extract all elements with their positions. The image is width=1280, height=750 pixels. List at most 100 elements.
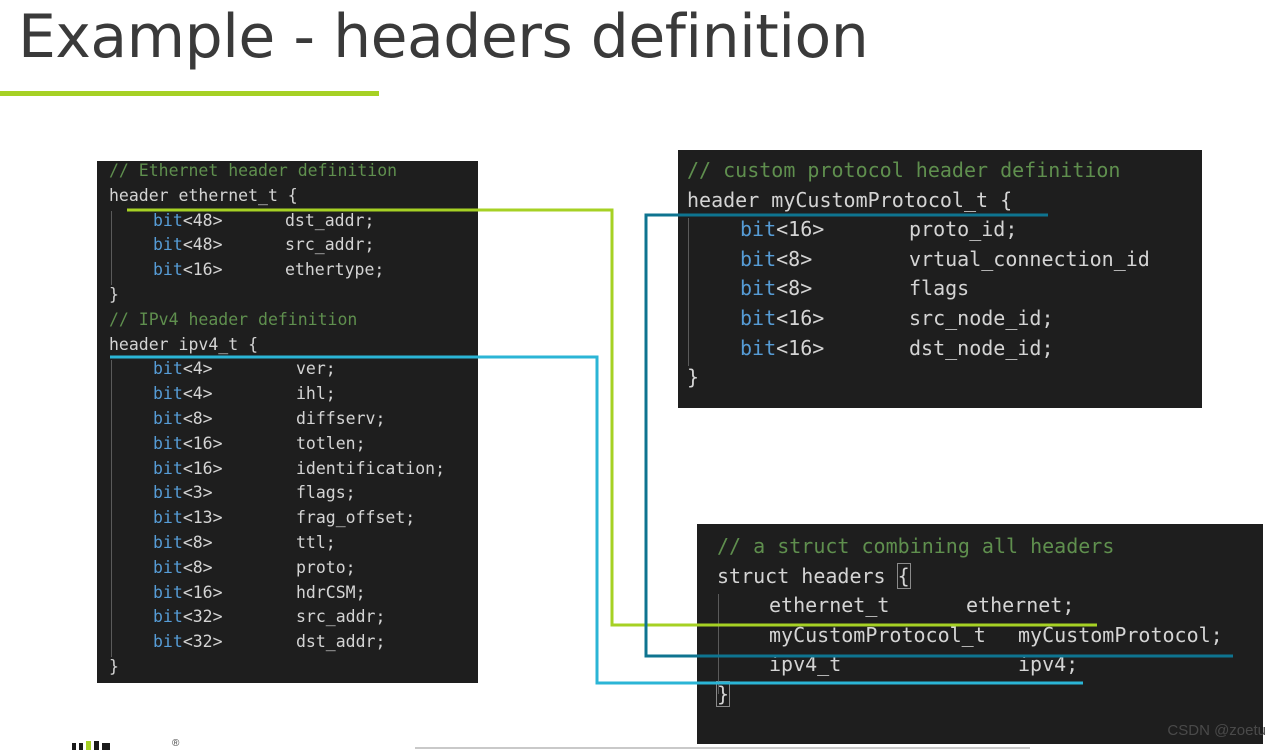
code-line: bit<32> dst_addr; — [153, 632, 385, 652]
code-field-name: proto; — [296, 557, 356, 577]
code-keyword: bit — [153, 210, 183, 230]
code-line: // custom protocol header definition — [687, 158, 1120, 182]
code-width: <8> — [776, 246, 813, 271]
code-panel-ethernet-ipv4: // Ethernet header definition header ethe… — [97, 161, 478, 683]
code-panel-struct-headers: // a struct combining all headers struct … — [697, 524, 1263, 744]
code-text: } — [687, 365, 700, 390]
code-keyword: bit — [153, 384, 183, 404]
code-line: bit<3> flags; — [153, 483, 356, 503]
code-keyword: bit — [740, 217, 777, 242]
code-field-name: dst_addr; — [296, 632, 386, 652]
indent-guide — [718, 594, 719, 694]
indent-guide — [111, 211, 112, 285]
code-type-name: ethernet_t — [769, 593, 890, 618]
code-line: bit<16> totlen; — [153, 433, 366, 453]
code-keyword: bit — [740, 306, 777, 330]
code-field-name: ihl; — [296, 384, 336, 404]
code-text: struct headers — [717, 563, 898, 588]
code-keyword: bit — [153, 433, 183, 453]
code-line: bit<8> diffserv; — [153, 409, 385, 428]
code-width: <32> — [182, 632, 223, 652]
code-type-name: myCustomProtocol_t — [769, 622, 986, 647]
code-keyword: bit — [153, 533, 183, 552]
code-keyword: bit — [153, 557, 183, 577]
code-keyword: bit — [153, 632, 183, 652]
code-panel-custom-protocol: // custom protocol header definition head… — [678, 150, 1202, 408]
code-field-name: ipv4; — [1018, 652, 1079, 677]
code-width: <13> — [182, 508, 223, 528]
code-text: header ipv4_t { — [109, 334, 259, 354]
code-line: header ipv4_t { — [109, 335, 258, 354]
code-line: ethernet_t ethernet; — [769, 593, 1074, 618]
bracket-match-highlight: { — [896, 562, 911, 589]
code-field-name: totlen; — [296, 433, 366, 453]
code-width: <32> — [182, 607, 223, 627]
code-width: <3> — [182, 483, 213, 503]
code-field-name: vrtual_connection_id — [909, 246, 1150, 271]
footer-divider — [415, 747, 1030, 749]
code-keyword: bit — [153, 235, 183, 255]
code-width: <48> — [182, 235, 223, 255]
code-keyword: bit — [740, 335, 777, 360]
code-field-name: identification; — [296, 458, 446, 478]
code-line: bit<16> identification; — [153, 458, 445, 478]
code-text: } — [109, 285, 119, 304]
code-line: bit<32> src_addr; — [153, 607, 385, 627]
code-line: } — [109, 285, 119, 304]
code-comment: // custom protocol header definition — [687, 158, 1121, 182]
code-line: bit<16> proto_id; — [740, 217, 1017, 242]
code-field-name: src_addr; — [296, 607, 386, 627]
code-width: <8> — [776, 276, 813, 301]
code-line: bit<16> dst_node_id; — [740, 335, 1054, 360]
code-text: header ethernet_t { — [109, 185, 298, 205]
code-type-name: ipv4_t — [769, 652, 842, 677]
logo-mark-icon — [72, 741, 110, 750]
code-keyword: bit — [153, 582, 183, 602]
code-field-name: dst_node_id; — [909, 335, 1054, 360]
code-width: <8> — [182, 409, 213, 428]
code-field-name: proto_id; — [909, 217, 1018, 242]
code-width: <16> — [776, 306, 825, 330]
code-keyword: bit — [740, 276, 777, 301]
code-field-name: ethertype; — [285, 260, 385, 280]
code-line: } — [687, 365, 699, 389]
code-line: bit<8> flags — [740, 276, 969, 301]
code-line: header ethernet_t { — [109, 186, 298, 205]
code-field-name: myCustomProtocol; — [1018, 622, 1223, 647]
code-line: bit<16> ethertype; — [153, 260, 384, 280]
code-keyword: bit — [153, 458, 183, 478]
code-comment: // IPv4 header definition — [109, 309, 358, 329]
code-line: // a struct combining all headers — [717, 534, 1114, 558]
code-line: // IPv4 header definition — [109, 310, 357, 329]
code-width: <16> — [182, 433, 223, 453]
code-line: bit<48> dst_addr; — [153, 210, 374, 230]
code-line: bit<8> vrtual_connection_id — [740, 246, 1150, 271]
code-field-name: src_addr; — [285, 235, 375, 255]
code-keyword: bit — [153, 409, 183, 428]
code-comment: // a struct combining all headers — [717, 534, 1115, 558]
code-field-name: ver; — [296, 359, 336, 379]
code-width: <16> — [776, 335, 825, 360]
indent-guide — [688, 218, 689, 366]
code-width: <16> — [182, 582, 223, 602]
code-line: bit<16> hdrCSM; — [153, 582, 366, 602]
code-keyword: bit — [153, 260, 183, 280]
code-field-name: flags; — [296, 483, 356, 503]
code-line: header myCustomProtocol_t { — [687, 188, 1012, 212]
code-line: bit<16> src_node_id; — [740, 306, 1054, 330]
code-line: // Ethernet header definition — [109, 161, 397, 180]
code-keyword: bit — [153, 483, 183, 503]
code-field-name: flags — [909, 276, 970, 301]
code-width: <8> — [182, 533, 213, 552]
watermark-text: CSDN @zoetu — [1167, 722, 1266, 739]
indent-guide — [111, 360, 112, 657]
code-field-name: ttl; — [296, 533, 336, 552]
registered-mark: ® — [172, 738, 180, 749]
code-width: <4> — [182, 359, 213, 379]
code-line: bit<8> proto; — [153, 557, 356, 577]
code-width: <16> — [182, 260, 223, 280]
code-field-name: diffserv; — [296, 409, 386, 428]
code-field-name: frag_offset; — [296, 508, 416, 528]
code-keyword: bit — [153, 359, 183, 379]
code-width: <16> — [182, 458, 223, 478]
